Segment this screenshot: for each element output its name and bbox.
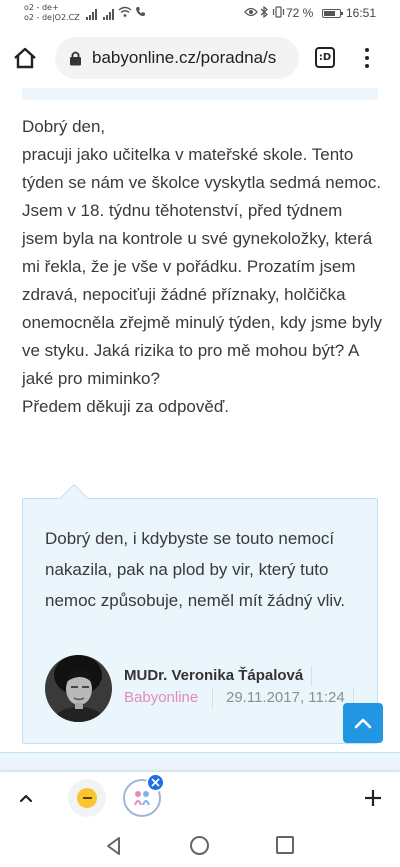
question-closing: Předem děkuji za odpověď. (22, 397, 230, 416)
chevron-up-icon (354, 718, 372, 729)
battery-level (324, 11, 335, 16)
question-text: Dobrý den, pracuji jako učitelka v mateř… (22, 113, 382, 421)
question-body: pracuji jako učitelka v mateřské skole. … (22, 145, 382, 388)
chevron-up-icon[interactable] (16, 788, 36, 808)
scroll-to-top-button[interactable] (343, 703, 383, 743)
phone-icon (135, 6, 146, 20)
emoji-button[interactable] (68, 779, 106, 817)
carrier-line-1: o2 - de+ (24, 3, 59, 12)
system-nav-bar (0, 824, 400, 867)
signal-icon (86, 9, 97, 20)
author-source[interactable]: Babyonline (124, 689, 198, 707)
status-bar: o2 - de+ o2 - de|O2.CZ 72 % 16:51 (0, 0, 400, 28)
answer-date: 29.11.2017, 11:24 (226, 689, 345, 706)
battery-percent: 72 % (286, 6, 314, 20)
author-avatar (45, 655, 112, 722)
triangle-back-icon[interactable] (104, 836, 124, 856)
divider (212, 688, 213, 708)
carrier-line-2: o2 - de|O2.CZ (24, 13, 80, 22)
signal-icon (103, 9, 114, 20)
wifi-icon (118, 6, 132, 21)
vibrate-icon (272, 6, 285, 21)
plus-icon[interactable] (362, 787, 384, 809)
more-vert-icon[interactable] (362, 46, 372, 70)
bluetooth-icon (260, 5, 269, 21)
previous-card-edge (22, 88, 378, 100)
circle-home-icon[interactable] (189, 835, 210, 856)
close-icon[interactable] (146, 773, 165, 792)
browser-bottom-bar (0, 772, 400, 824)
url-text[interactable]: babyonline.cz/poradna/s (92, 48, 276, 68)
emoji-icon (77, 788, 97, 808)
next-card-edge (0, 752, 400, 772)
address-bar[interactable]: babyonline.cz/poradna/s (55, 37, 299, 79)
eye-icon (244, 6, 258, 20)
battery-icon (322, 9, 343, 18)
clock: 16:51 (346, 6, 377, 20)
answer-text: Dobrý den, i kdybyste se touto nemocí na… (45, 529, 346, 610)
square-recent-icon[interactable] (276, 836, 294, 854)
question-greeting: Dobrý den, (22, 117, 106, 136)
home-icon[interactable] (12, 45, 38, 71)
lock-icon (69, 50, 82, 66)
tab-switcher-button[interactable]: :D (315, 47, 335, 68)
browser-toolbar: babyonline.cz/poradna/s :D (0, 28, 400, 88)
author-name: MUDr. Veronika Ťápalová (124, 667, 304, 684)
carrier-info: o2 - de+ o2 - de|O2.CZ (24, 3, 80, 23)
divider (311, 666, 312, 686)
